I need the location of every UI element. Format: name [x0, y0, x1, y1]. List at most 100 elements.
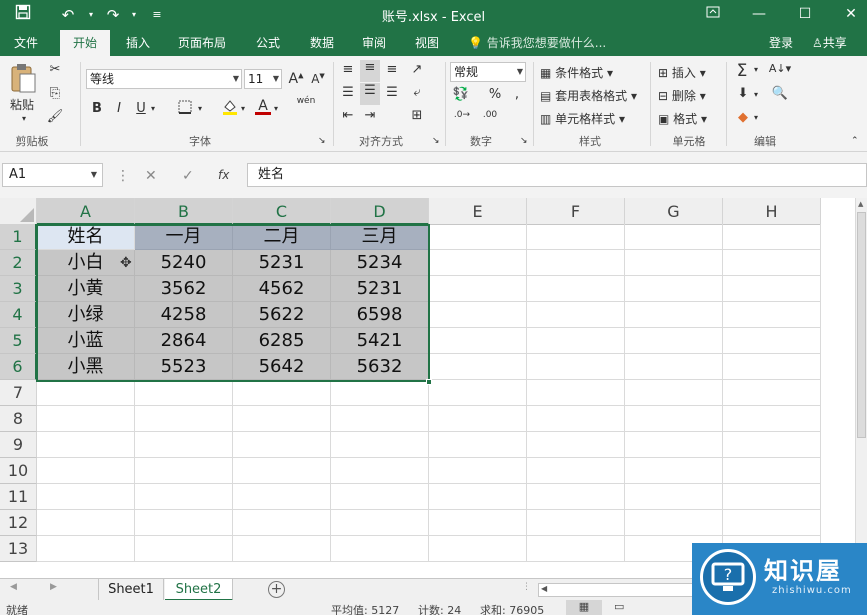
cell-D8[interactable]: [331, 406, 429, 432]
row-header[interactable]: 3: [0, 276, 37, 302]
cell-D2[interactable]: 5234: [331, 250, 429, 276]
row-header[interactable]: 2: [0, 250, 37, 276]
cell-D11[interactable]: [331, 484, 429, 510]
page-layout-view-icon[interactable]: ▭: [614, 600, 624, 613]
autosum-icon[interactable]: Σ: [732, 61, 752, 81]
cell-E5[interactable]: [429, 328, 527, 354]
cell-H8[interactable]: [723, 406, 821, 432]
sheet-tab-sheet2[interactable]: Sheet2: [165, 579, 233, 601]
row-header[interactable]: 7: [0, 380, 37, 406]
find-select-icon[interactable]: 🔍: [768, 86, 792, 101]
tell-me-search[interactable]: 💡 告诉我您想要做什么...: [468, 30, 606, 56]
cell-A11[interactable]: [37, 484, 135, 510]
cell-G8[interactable]: [625, 406, 723, 432]
cell-C2[interactable]: 5231: [233, 250, 331, 276]
cell-E1[interactable]: [429, 224, 527, 250]
fill-dropdown-icon[interactable]: ▾: [754, 90, 758, 99]
cell-G7[interactable]: [625, 380, 723, 406]
wrap-text-icon[interactable]: ⤶: [408, 85, 426, 100]
new-sheet-icon[interactable]: +: [268, 581, 285, 598]
alignment-dialog-launcher-icon[interactable]: ↘: [432, 136, 440, 146]
cell-C1[interactable]: 二月: [233, 224, 331, 250]
sort-filter-icon[interactable]: A↓▾: [768, 62, 792, 75]
clear-dropdown-icon[interactable]: ▾: [754, 113, 758, 122]
cell-G1[interactable]: [625, 224, 723, 250]
copy-icon[interactable]: ⎘: [46, 86, 64, 101]
cell-B9[interactable]: [135, 432, 233, 458]
paste-dropdown-icon[interactable]: ▾: [22, 114, 26, 123]
cell-H11[interactable]: [723, 484, 821, 510]
cell-D3[interactable]: 5231: [331, 276, 429, 302]
cell-H1[interactable]: [723, 224, 821, 250]
increase-decimal-icon[interactable]: .0→: [452, 110, 472, 120]
cell-G9[interactable]: [625, 432, 723, 458]
accounting-format-icon[interactable]: 💱: [452, 87, 470, 102]
formula-input[interactable]: 姓名: [247, 163, 867, 187]
collapse-ribbon-icon[interactable]: ⌃: [851, 136, 859, 146]
cell-E2[interactable]: [429, 250, 527, 276]
cell-G3[interactable]: [625, 276, 723, 302]
row-header[interactable]: 6: [0, 354, 37, 380]
cell-H6[interactable]: [723, 354, 821, 380]
paste-label[interactable]: 粘贴: [10, 96, 34, 113]
cell-H4[interactable]: [723, 302, 821, 328]
maximize-icon[interactable]: ☐: [792, 3, 818, 25]
select-all-corner[interactable]: [0, 198, 37, 225]
align-right-icon[interactable]: ☰: [384, 85, 400, 100]
column-header[interactable]: C: [233, 198, 331, 225]
tab-insert[interactable]: 插入: [114, 30, 162, 56]
insert-cells-button[interactable]: ⊞ 插入 ▾: [658, 64, 706, 81]
column-header[interactable]: H: [723, 198, 821, 225]
tab-home[interactable]: 开始: [60, 30, 110, 56]
next-sheet-icon[interactable]: ▶: [50, 582, 57, 592]
cut-icon[interactable]: ✂: [46, 62, 64, 77]
underline-dropdown-icon[interactable]: ▾: [151, 104, 155, 113]
cell-B6[interactable]: 5523: [135, 354, 233, 380]
cell-E11[interactable]: [429, 484, 527, 510]
conditional-formatting-button[interactable]: ▦ 条件格式 ▾: [540, 64, 613, 81]
cell-C11[interactable]: [233, 484, 331, 510]
cell-B4[interactable]: 4258: [135, 302, 233, 328]
row-header[interactable]: 5: [0, 328, 37, 354]
cell-E3[interactable]: [429, 276, 527, 302]
cell-C9[interactable]: [233, 432, 331, 458]
ribbon-display-icon[interactable]: [700, 3, 726, 25]
cell-E10[interactable]: [429, 458, 527, 484]
number-dialog-launcher-icon[interactable]: ↘: [520, 136, 528, 146]
cell-D9[interactable]: [331, 432, 429, 458]
cell-F8[interactable]: [527, 406, 625, 432]
decrease-indent-icon[interactable]: ⇤: [340, 108, 356, 123]
cell-H12[interactable]: [723, 510, 821, 536]
cell-G10[interactable]: [625, 458, 723, 484]
underline-icon[interactable]: U: [134, 101, 148, 116]
merge-center-icon[interactable]: ⊞: [408, 108, 426, 123]
cell-B12[interactable]: [135, 510, 233, 536]
cell-D5[interactable]: 5421: [331, 328, 429, 354]
cell-C6[interactable]: 5642: [233, 354, 331, 380]
cell-C5[interactable]: 6285: [233, 328, 331, 354]
cell-B13[interactable]: [135, 536, 233, 562]
cell-G11[interactable]: [625, 484, 723, 510]
cell-C10[interactable]: [233, 458, 331, 484]
tab-data[interactable]: 数据: [298, 30, 346, 56]
cell-C3[interactable]: 4562: [233, 276, 331, 302]
cell-A8[interactable]: [37, 406, 135, 432]
fill-color-icon[interactable]: [220, 98, 240, 120]
align-middle-icon[interactable]: ≡: [360, 60, 380, 82]
orientation-icon[interactable]: ↗: [408, 62, 426, 77]
cell-F5[interactable]: [527, 328, 625, 354]
insert-function-icon[interactable]: fx: [218, 168, 229, 182]
cell-B7[interactable]: [135, 380, 233, 406]
align-center-icon[interactable]: ☰: [360, 83, 380, 105]
cell-G2[interactable]: [625, 250, 723, 276]
cell-G5[interactable]: [625, 328, 723, 354]
fill-handle[interactable]: [426, 379, 432, 385]
font-color-dropdown-icon[interactable]: ▾: [274, 104, 278, 113]
cell-F12[interactable]: [527, 510, 625, 536]
tab-file[interactable]: 文件: [4, 30, 48, 56]
cell-D12[interactable]: [331, 510, 429, 536]
cell-H9[interactable]: [723, 432, 821, 458]
cell-A5[interactable]: 小蓝: [37, 328, 135, 354]
font-dialog-launcher-icon[interactable]: ↘: [318, 136, 326, 146]
cell-C12[interactable]: [233, 510, 331, 536]
